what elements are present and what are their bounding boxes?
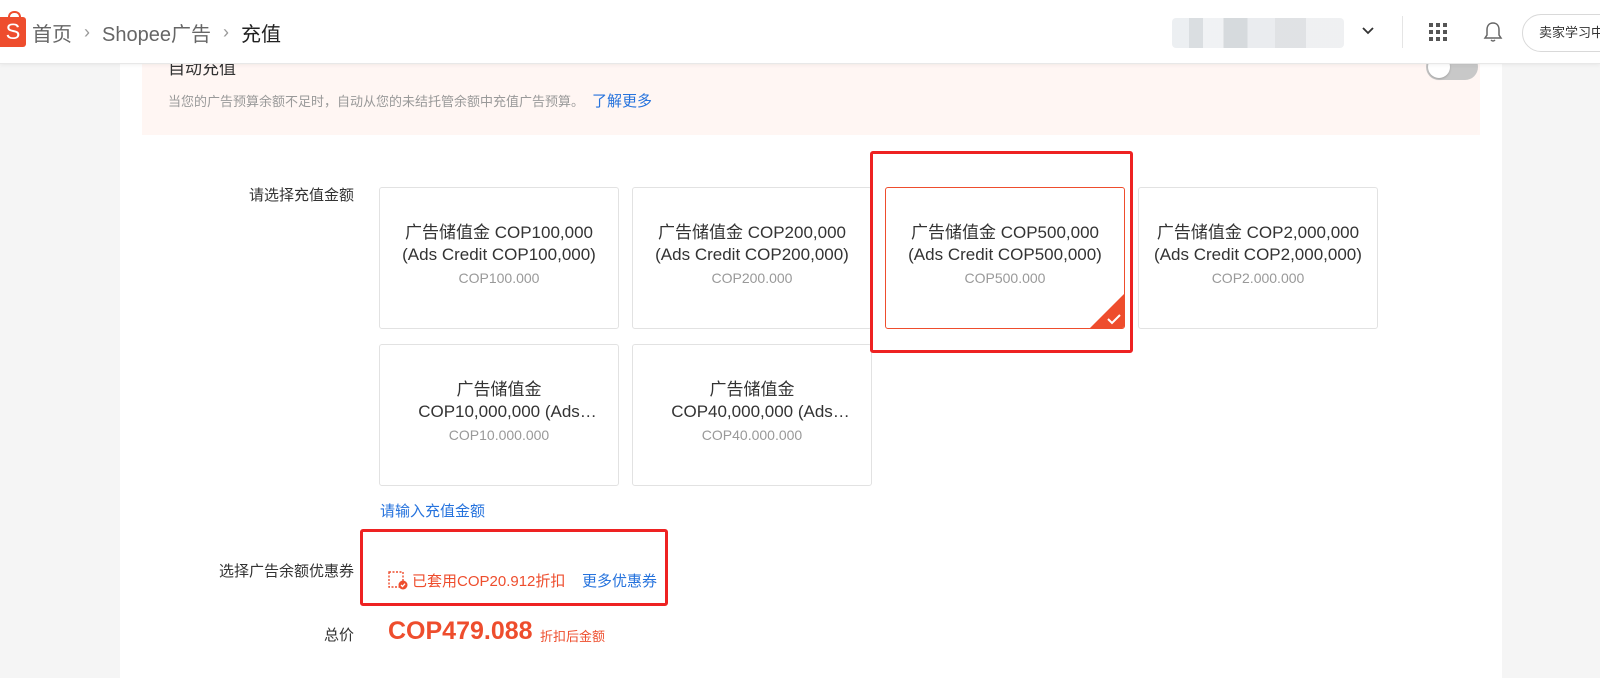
card-price: COP10.000.000 bbox=[448, 427, 550, 443]
chevron-right-icon: › bbox=[222, 21, 229, 42]
card-title: 广告储值金 COP2,000,000 (Ads Credit COP2,000,… bbox=[1154, 223, 1362, 264]
card-price: COP200.000 bbox=[711, 270, 793, 286]
apps-grid-icon[interactable] bbox=[1428, 22, 1448, 42]
amount-card-10000000[interactable]: 广告储值金 COP10,000,000 (Ads Credit COP10,00… bbox=[379, 344, 619, 486]
card-title: 广告储值金 COP40,000,000 (Ads Credit COP40,00… bbox=[671, 380, 833, 421]
header-divider bbox=[1402, 16, 1403, 48]
card-title: 广告储值金 COP200,000 (Ads Credit COP200,000) bbox=[655, 223, 849, 264]
top-header: S 首页 › Shopee广告 › 充值 卖家学习中心 bbox=[0, 0, 1600, 64]
voucher-label: 选择广告余额优惠券 bbox=[218, 563, 354, 580]
amount-label: 请选择充值金额 bbox=[248, 187, 354, 204]
learn-more-link[interactable]: 了解更多 bbox=[592, 93, 652, 110]
custom-amount-link[interactable]: 请输入充值金额 bbox=[380, 500, 485, 521]
card-title: 广告储值金 COP10,000,000 (Ads Credit COP10,00… bbox=[418, 380, 580, 421]
auto-topup-box: 自动充值 当您的广告预算余额不足时，自动从您的未结托管余额中充值广告预算。 了解更… bbox=[142, 54, 1480, 135]
bell-icon[interactable] bbox=[1482, 20, 1504, 44]
breadcrumb-current: 充值 bbox=[240, 23, 281, 46]
total-label: 总价 bbox=[323, 627, 354, 644]
shopee-logo[interactable]: S bbox=[0, 11, 26, 47]
auto-topup-description: 当您的广告预算余额不足时，自动从您的未结托管余额中充值广告预算。 了解更多 bbox=[168, 93, 653, 110]
card-price: COP40.000.000 bbox=[701, 427, 803, 443]
card-price: COP2.000.000 bbox=[1211, 270, 1305, 286]
amount-card-2000000[interactable]: 广告储值金 COP2,000,000 (Ads Credit COP2,000,… bbox=[1138, 187, 1378, 329]
highlight-box-selected-card bbox=[870, 151, 1133, 353]
breadcrumb: 首页 › Shopee广告 › 充值 bbox=[32, 0, 281, 64]
card-title: 广告储值金 COP100,000 (Ads Credit COP100,000) bbox=[402, 223, 596, 264]
topup-panel: 自动充值 当您的广告预算余额不足时，自动从您的未结托管余额中充值广告预算。 了解更… bbox=[120, 54, 1502, 678]
total-note: 折扣后金额 bbox=[540, 629, 606, 644]
amount-card-40000000[interactable]: 广告储值金 COP40,000,000 (Ads Credit COP40,00… bbox=[632, 344, 872, 486]
card-price: COP100.000 bbox=[458, 270, 540, 286]
amount-card-200000[interactable]: 广告储值金 COP200,000 (Ads Credit COP200,000)… bbox=[632, 187, 872, 329]
amount-card-100000[interactable]: 广告储值金 COP100,000 (Ads Credit COP100,000)… bbox=[379, 187, 619, 329]
highlight-box-voucher bbox=[360, 529, 668, 606]
seller-learning-center-button[interactable]: 卖家学习中心 bbox=[1522, 14, 1600, 52]
total-price: COP479.088 bbox=[388, 617, 533, 645]
chevron-right-icon: › bbox=[84, 21, 90, 42]
account-name-blurred[interactable] bbox=[1172, 18, 1344, 48]
breadcrumb-home[interactable]: 首页 bbox=[32, 18, 72, 47]
breadcrumb-shopee-ads[interactable]: Shopee广告 bbox=[102, 18, 211, 47]
chevron-down-icon[interactable] bbox=[1360, 22, 1376, 38]
